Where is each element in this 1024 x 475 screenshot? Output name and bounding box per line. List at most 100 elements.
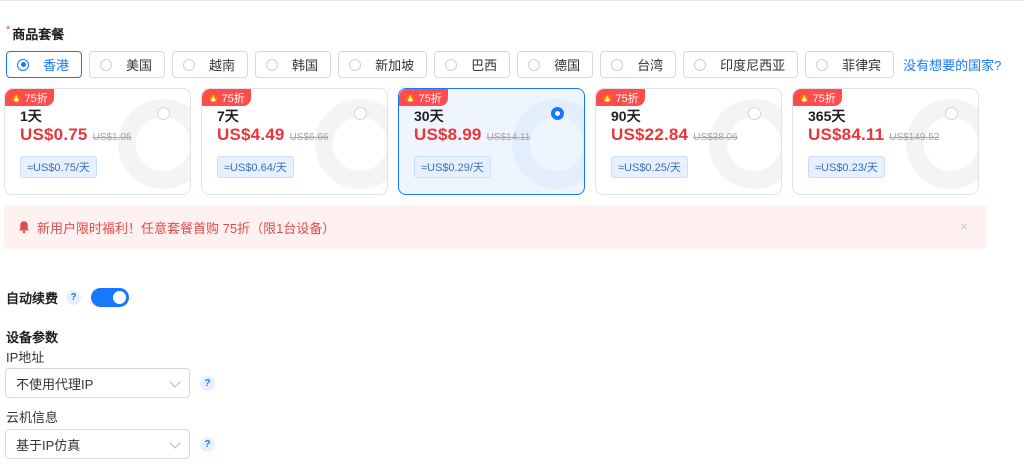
- region-option-hongkong[interactable]: 香港: [6, 51, 83, 78]
- badge-label: 75折: [418, 92, 442, 105]
- plan-duration: 30天: [414, 108, 444, 124]
- price-row: US$4.49 US$6.66: [217, 125, 328, 145]
- region-label: 越南: [209, 58, 236, 73]
- region-label: 印度尼西亚: [720, 58, 786, 73]
- price-row: US$0.75 US$1.05: [20, 125, 131, 145]
- close-icon[interactable]: ×: [960, 219, 968, 234]
- radio-icon: [528, 58, 541, 71]
- cloud-info-label: 云机信息: [6, 410, 59, 425]
- package-section-title: * 商品套餐: [6, 24, 64, 43]
- promo-text: 新用户限时福利！任意套餐首购 75折（限1台设备）: [37, 220, 336, 236]
- radio-icon: [816, 58, 829, 71]
- region-label: 香港: [43, 58, 70, 73]
- cloud-info-select[interactable]: 基于IP仿真: [5, 429, 190, 459]
- radio-icon: [349, 58, 362, 71]
- chevron-down-icon: [169, 437, 181, 449]
- badge-label: 75折: [615, 92, 639, 105]
- discount-badge: 🔥 75折: [5, 89, 54, 106]
- fire-icon: 🔥: [207, 92, 220, 103]
- cloud-info-value: 基于IP仿真: [16, 437, 81, 453]
- price-row: US$84.11 US$149.52: [808, 125, 939, 145]
- plan-price: US$8.99: [414, 125, 482, 144]
- region-option-brazil[interactable]: 巴西: [434, 51, 511, 78]
- region-label: 美国: [126, 58, 153, 73]
- original-price: US$1.05: [92, 132, 132, 143]
- plan-radio[interactable]: [157, 107, 170, 120]
- plan-duration: 365天: [808, 108, 846, 124]
- promo-banner: 新用户限时福利！任意套餐首购 75折（限1台设备） ×: [4, 205, 986, 249]
- badge-label: 75折: [24, 92, 48, 105]
- discount-badge: 🔥 75折: [399, 89, 448, 106]
- region-option-taiwan[interactable]: 台湾: [600, 51, 677, 78]
- region-label: 菲律宾: [842, 58, 882, 73]
- region-option-singapore[interactable]: 新加坡: [338, 51, 428, 78]
- region-label: 新加坡: [375, 58, 415, 73]
- auto-renew-toggle[interactable]: [91, 288, 130, 307]
- plan-price: US$22.84: [611, 125, 689, 144]
- original-price: US$14.11: [486, 132, 531, 143]
- fire-icon: 🔥: [10, 92, 23, 103]
- badge-label: 75折: [221, 92, 245, 105]
- no-country-link[interactable]: 没有想要的国家?: [903, 55, 1001, 74]
- region-option-philippines[interactable]: 菲律宾: [805, 51, 895, 78]
- bell-icon: [19, 221, 29, 234]
- radio-icon: [266, 58, 279, 71]
- discount-badge: 🔥 75折: [202, 89, 251, 106]
- plan-price: US$0.75: [20, 125, 88, 144]
- fire-icon: 🔥: [798, 92, 811, 103]
- plan-card-365-day[interactable]: 🔥 75折 365天 US$84.11 US$149.52 ≈US$0.23/天: [792, 88, 979, 195]
- plan-card-7-day[interactable]: 🔥 75折 7天 US$4.49 US$6.66 ≈US$0.64/天: [201, 88, 388, 195]
- region-label: 韩国: [292, 58, 319, 73]
- price-row: US$8.99 US$14.11: [414, 125, 530, 145]
- region-option-korea[interactable]: 韩国: [255, 51, 332, 78]
- plan-radio[interactable]: [354, 107, 367, 120]
- radio-icon: [445, 58, 458, 71]
- discount-badge: 🔥 75折: [596, 89, 645, 106]
- fire-icon: 🔥: [404, 92, 417, 103]
- plan-duration: 90天: [611, 108, 641, 124]
- plan-price: US$4.49: [217, 125, 285, 144]
- region-option-indonesia[interactable]: 印度尼西亚: [683, 51, 799, 78]
- plan-radio[interactable]: [551, 107, 564, 120]
- plan-duration: 1天: [20, 108, 42, 124]
- plan-duration: 7天: [217, 108, 239, 124]
- ip-address-select[interactable]: 不使用代理IP: [5, 368, 190, 398]
- badge-label: 75折: [812, 92, 836, 105]
- radio-icon: [183, 58, 196, 71]
- ip-address-label: IP地址: [6, 350, 45, 365]
- plan-card-30-day[interactable]: 🔥 75折 30天 US$8.99 US$14.11 ≈US$0.29/天: [398, 88, 585, 195]
- region-option-germany[interactable]: 德国: [517, 51, 594, 78]
- plan-price: US$84.11: [808, 125, 885, 144]
- top-divider: [0, 0, 1024, 1]
- daily-price-tag: ≈US$0.25/天: [611, 156, 688, 178]
- region-option-vietnam[interactable]: 越南: [172, 51, 249, 78]
- ip-address-value: 不使用代理IP: [16, 376, 94, 392]
- package-title-text: 商品套餐: [12, 27, 65, 42]
- plan-card-1-day[interactable]: 🔥 75折 1天 US$0.75 US$1.05 ≈US$0.75/天: [4, 88, 191, 195]
- question-icon[interactable]: ?: [66, 290, 82, 305]
- plan-radio[interactable]: [945, 107, 958, 120]
- daily-price-tag: ≈US$0.23/天: [808, 156, 885, 178]
- daily-price-tag: ≈US$0.64/天: [217, 156, 294, 178]
- original-price: US$149.52: [889, 132, 940, 143]
- region-label: 台湾: [637, 58, 664, 73]
- radio-icon: [100, 58, 113, 71]
- question-icon[interactable]: ?: [200, 437, 215, 452]
- question-icon[interactable]: ?: [200, 376, 215, 391]
- original-price: US$6.66: [289, 132, 329, 143]
- discount-badge: 🔥 75折: [793, 89, 842, 106]
- auto-renew-label: 自动续费: [6, 291, 59, 306]
- radio-icon: [694, 58, 707, 71]
- price-row: US$22.84 US$38.06: [611, 125, 738, 145]
- plan-card-90-day[interactable]: 🔥 75折 90天 US$22.84 US$38.06 ≈US$0.25/天: [595, 88, 782, 195]
- plan-card-list: 🔥 75折 1天 US$0.75 US$1.05 ≈US$0.75/天 🔥 75折 7…: [4, 88, 979, 195]
- region-radio-group: 香港 美国 越南 韩国 新加坡 巴西 德国 台湾 印度尼西亚 菲律宾 没有想要的…: [6, 51, 1001, 78]
- required-mark: *: [6, 24, 11, 36]
- radio-icon: [611, 58, 624, 71]
- device-params-title: 设备参数: [6, 330, 59, 345]
- chevron-down-icon: [169, 376, 181, 388]
- daily-price-tag: ≈US$0.75/天: [20, 156, 97, 178]
- plan-radio[interactable]: [748, 107, 761, 120]
- radio-icon: [17, 58, 29, 71]
- region-option-usa[interactable]: 美国: [89, 51, 166, 78]
